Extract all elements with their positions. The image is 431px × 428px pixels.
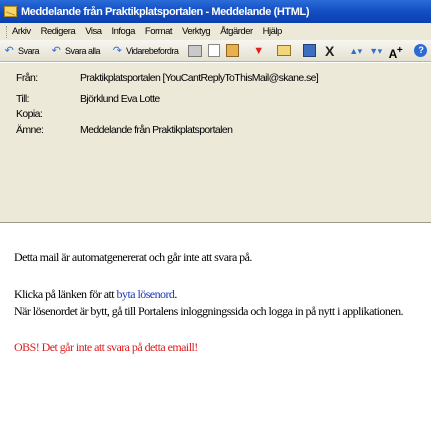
change-password-link[interactable]: byta lösenord <box>117 287 175 301</box>
up-arrow-icon: ▲▾ <box>349 45 362 56</box>
menu-atgarder[interactable]: Åtgärder <box>220 26 253 37</box>
envelope-icon <box>4 6 17 17</box>
reply-label: Svara <box>18 45 40 56</box>
copy-button[interactable] <box>208 44 222 57</box>
window-titlebar[interactable]: Meddelande från Praktikplatsportalen - M… <box>0 0 431 23</box>
cc-label: Kopia: <box>16 108 43 120</box>
address-book-button[interactable] <box>303 44 318 57</box>
flag-button[interactable]: ▼ <box>251 44 267 58</box>
reply-button[interactable]: ↶ Svara <box>2 44 40 58</box>
flag-icon: ▼ <box>253 44 264 57</box>
font-size-button[interactable]: A+ <box>388 44 404 61</box>
forward-label: Vidarebefordra <box>126 45 179 56</box>
to-value[interactable]: Björklund Eva Lotte <box>80 93 160 105</box>
help-button[interactable]: ? <box>414 44 429 57</box>
menu-hjalp[interactable]: Hjälp <box>263 26 283 37</box>
print-icon <box>188 44 203 57</box>
move-to-folder-icon <box>226 44 240 57</box>
menu-infoga[interactable]: Infoga <box>112 26 136 37</box>
message-body[interactable]: Detta mail är automatgenererat och går i… <box>0 224 431 428</box>
previous-item-button[interactable]: ▲▾ <box>348 44 364 58</box>
from-label: Från: <box>16 72 38 84</box>
body-link-suffix: . <box>174 287 177 301</box>
body-link-prefix: Klicka på länken för att <box>14 287 115 301</box>
menu-format[interactable]: Format <box>145 26 173 37</box>
body-warning: OBS! Det går inte att svara på detta ema… <box>14 340 198 354</box>
envelope-icon <box>277 45 292 56</box>
help-icon: ? <box>414 44 428 57</box>
from-value[interactable]: Praktikplatsportalen [YouCantReplyToThis… <box>80 72 319 84</box>
move-button[interactable] <box>226 44 241 57</box>
reply-icon: ↶ <box>4 44 14 57</box>
forward-icon: ↷ <box>112 44 122 57</box>
message-header: Från: Praktikplatsportalen [YouCantReply… <box>0 63 431 223</box>
reply-all-button[interactable]: ↶ Svara alla <box>49 44 101 58</box>
body-line-link: Klicka på länken för att byta lösenord. <box>14 287 178 302</box>
menu-redigera[interactable]: Redigera <box>41 26 76 37</box>
address-book-icon <box>303 44 317 57</box>
forward-button[interactable]: ↷ Vidarebefordra <box>110 44 179 58</box>
subject-value: Meddelande från Praktikplatsportalen <box>80 124 233 136</box>
to-label: Till: <box>16 93 30 105</box>
subject-label: Ämne: <box>16 124 44 136</box>
menu-arkiv[interactable]: Arkiv <box>12 26 31 37</box>
mark-unread-button[interactable] <box>277 45 293 56</box>
delete-icon: X <box>325 42 334 59</box>
body-line-instructions: När lösenordet är bytt, gå till Portalen… <box>14 304 404 318</box>
body-line-auto: Detta mail är automatgenererat och går i… <box>14 250 252 264</box>
menu-verktyg[interactable]: Verktyg <box>182 26 211 37</box>
font-size-icon: A+ <box>388 44 403 61</box>
next-item-button[interactable]: ▼▾ <box>368 44 384 58</box>
toolbar: ↶ Svara ↶ Svara alla ↷ Vidarebefordra ▼ … <box>0 40 431 62</box>
copy-icon <box>208 44 221 57</box>
print-button[interactable] <box>188 44 204 57</box>
menu-bar: Arkiv Redigera Visa Infoga Format Verkty… <box>0 23 431 40</box>
reply-all-label: Svara alla <box>65 45 101 56</box>
reply-all-icon: ↶ <box>51 44 61 57</box>
menu-visa[interactable]: Visa <box>85 26 102 37</box>
menubar-grip[interactable] <box>6 25 8 38</box>
down-arrow-icon: ▼▾ <box>369 45 382 56</box>
window-title: Meddelande från Praktikplatsportalen - M… <box>21 5 310 18</box>
delete-button[interactable]: X <box>322 44 338 58</box>
